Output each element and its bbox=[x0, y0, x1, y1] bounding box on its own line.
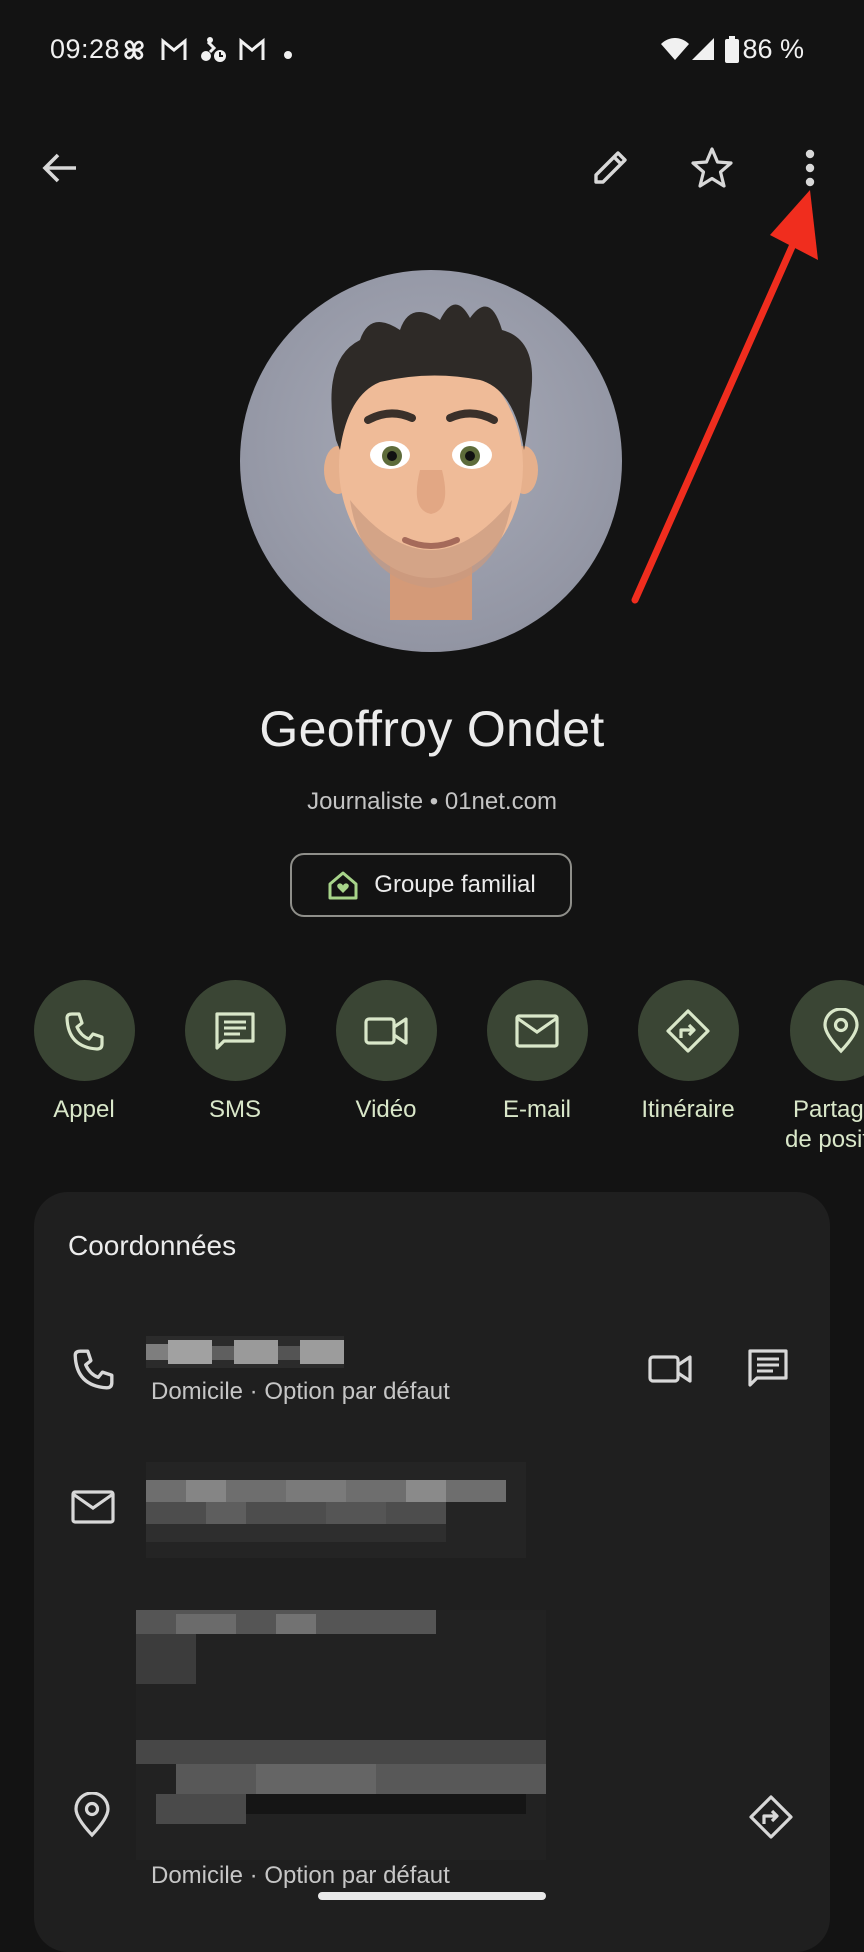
action-directions[interactable]: Itinéraire bbox=[618, 980, 758, 1125]
gesture-nav-pill[interactable] bbox=[318, 1892, 546, 1900]
video-icon bbox=[364, 1016, 408, 1045]
phone-icon bbox=[65, 1011, 104, 1051]
action-call[interactable]: Appel bbox=[14, 980, 154, 1125]
email-redacted bbox=[146, 1462, 526, 1558]
status-time: 09:28 bbox=[50, 34, 121, 64]
action-share-location-label-line2: de posit bbox=[785, 1126, 864, 1153]
phone-icon bbox=[73, 1349, 114, 1390]
message-icon bbox=[215, 1011, 255, 1050]
action-email-label: E-mail bbox=[502, 1096, 571, 1123]
action-share-location-circle[interactable] bbox=[790, 980, 864, 1081]
contact-avatar bbox=[240, 270, 622, 652]
action-share-location-label-line1: Partag bbox=[793, 1096, 864, 1123]
back-arrow-icon bbox=[42, 153, 76, 183]
battery-icon bbox=[724, 36, 740, 69]
location-icon bbox=[822, 1007, 859, 1053]
battery-percentage: 86 % bbox=[742, 34, 804, 64]
video-call-button[interactable] bbox=[638, 1344, 702, 1394]
home-heart-icon bbox=[328, 871, 358, 900]
pinwheel-icon bbox=[120, 36, 148, 69]
action-sms-label: SMS bbox=[208, 1096, 261, 1123]
gmail-icon bbox=[238, 36, 266, 69]
contact-name: Geoffroy Ondet bbox=[259, 701, 605, 757]
wifi-icon bbox=[660, 36, 690, 67]
action-email-circle[interactable] bbox=[486, 980, 588, 1081]
group-chip-label: Groupe familial bbox=[374, 871, 536, 898]
message-icon bbox=[748, 1349, 788, 1387]
action-share-location[interactable]: Partag de posit bbox=[769, 980, 864, 1155]
bike-clock-icon bbox=[198, 36, 228, 69]
directions-icon bbox=[666, 1008, 710, 1053]
directions-icon bbox=[749, 1795, 793, 1839]
action-call-circle[interactable] bbox=[33, 980, 135, 1081]
phone-number-redacted bbox=[146, 1336, 344, 1368]
phone-caption: Domicile · Option par défaut bbox=[151, 1378, 450, 1405]
action-directions-circle[interactable] bbox=[637, 980, 739, 1081]
action-directions-label: Itinéraire bbox=[641, 1096, 735, 1123]
action-sms[interactable]: SMS bbox=[165, 980, 305, 1125]
back-button[interactable] bbox=[28, 136, 92, 200]
contact-subtitle: Journaliste • 01net.com bbox=[307, 788, 557, 815]
gmail-icon bbox=[160, 36, 188, 69]
annotation-arrow bbox=[631, 190, 818, 604]
mail-icon bbox=[71, 1490, 115, 1524]
address-redacted bbox=[136, 1610, 556, 1860]
action-call-label: Appel bbox=[53, 1096, 115, 1123]
dot-icon bbox=[284, 46, 292, 64]
address-directions-button[interactable] bbox=[742, 1792, 802, 1844]
action-video[interactable]: Vidéo bbox=[316, 980, 456, 1125]
location-icon bbox=[74, 1792, 110, 1838]
mail-icon bbox=[515, 1013, 559, 1048]
signal-icon bbox=[690, 36, 716, 67]
action-video-circle[interactable] bbox=[335, 980, 437, 1081]
video-icon bbox=[648, 1355, 692, 1383]
action-sms-circle[interactable] bbox=[184, 980, 286, 1081]
send-sms-button[interactable] bbox=[740, 1344, 804, 1394]
address-caption: Domicile · Option par défaut bbox=[151, 1862, 450, 1889]
action-email[interactable]: E-mail bbox=[467, 980, 607, 1125]
group-chip[interactable]: Groupe familial bbox=[290, 853, 572, 917]
action-video-label: Vidéo bbox=[355, 1096, 417, 1123]
details-card-title: Coordonnées bbox=[68, 1230, 237, 1261]
action-share-location-label: Partag de posit bbox=[769, 1095, 864, 1155]
